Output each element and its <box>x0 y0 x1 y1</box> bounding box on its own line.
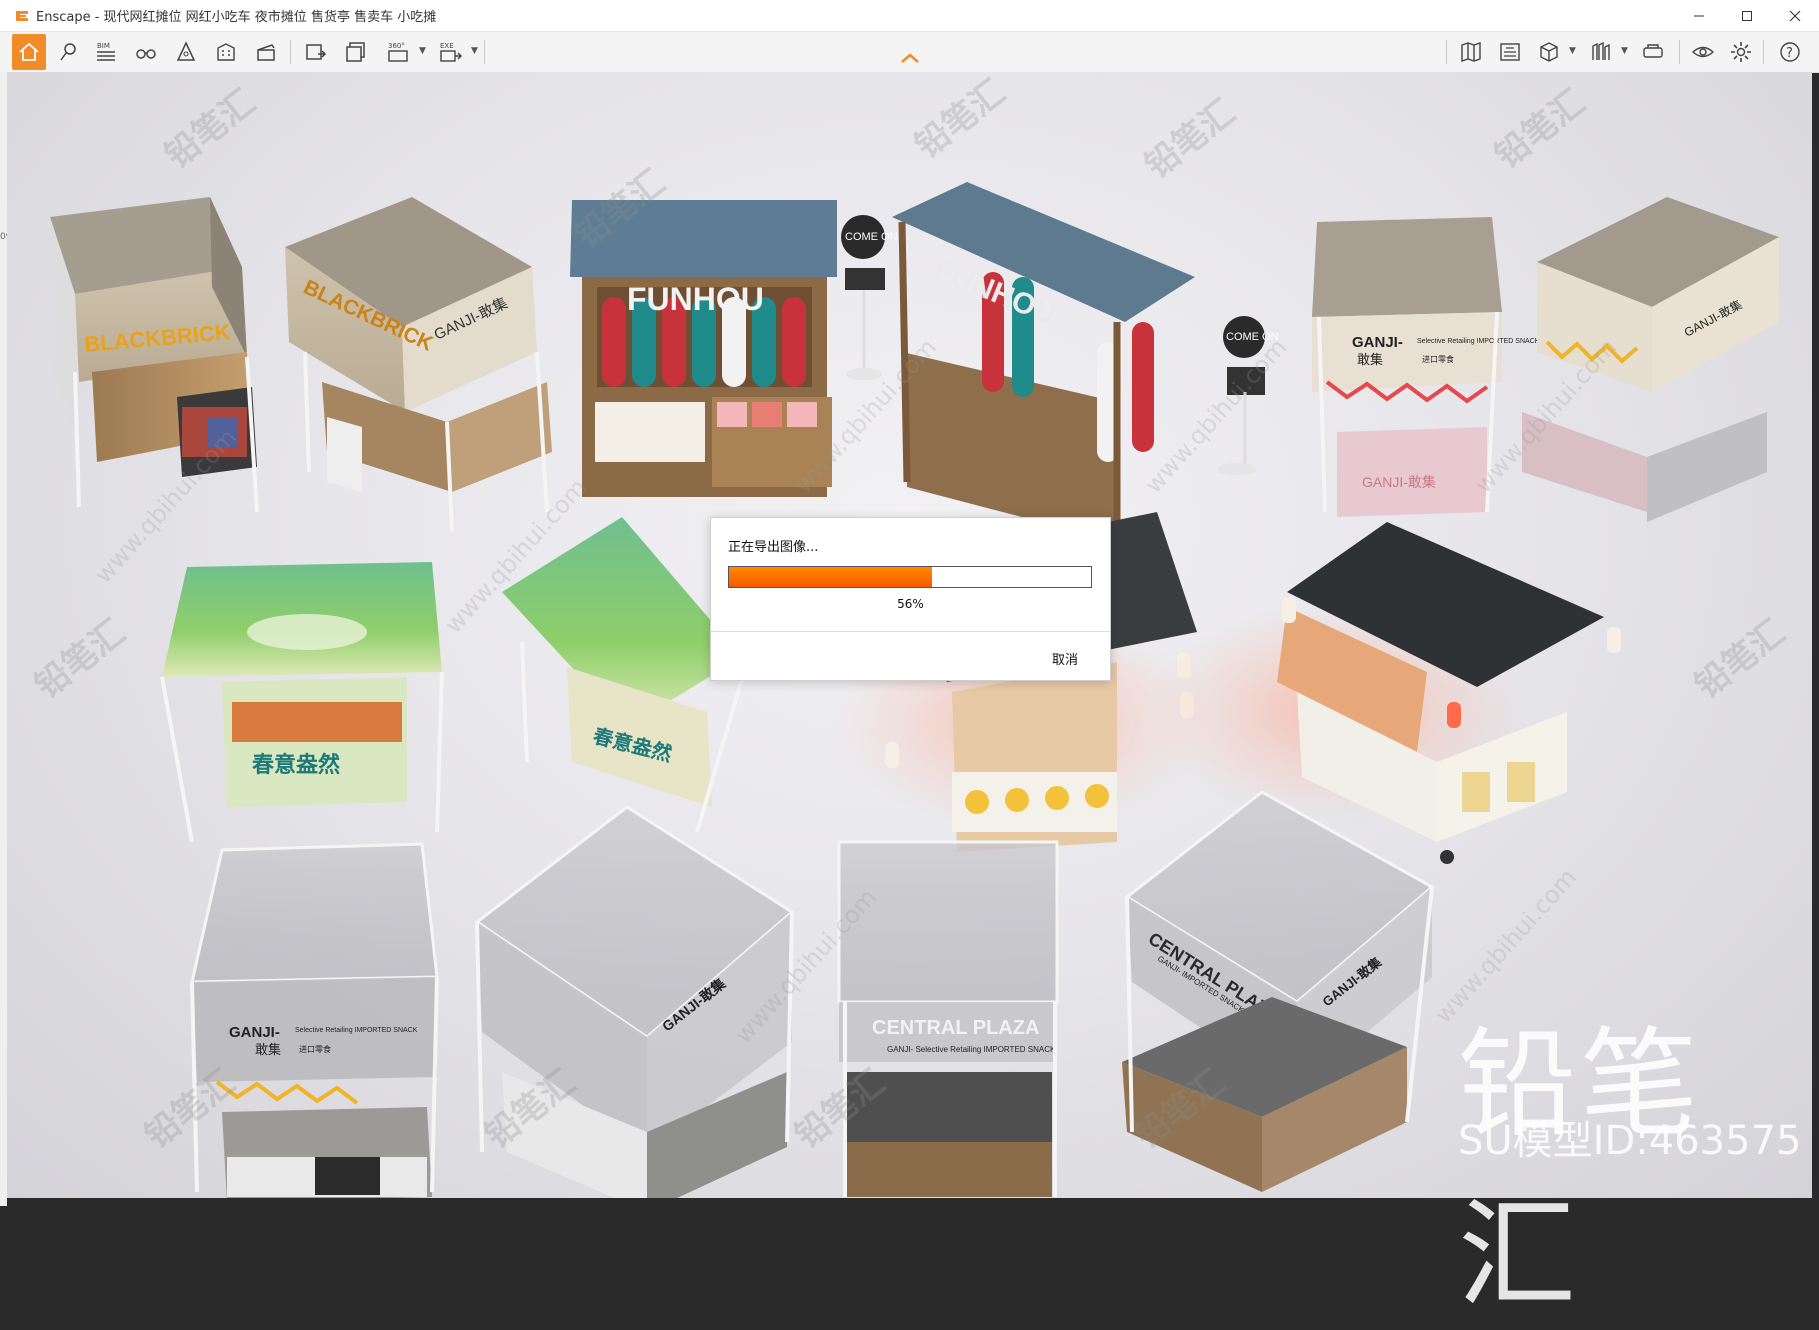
section-box-icon <box>176 41 196 61</box>
bim-button[interactable]: BIM <box>90 36 122 68</box>
enscape-logo-icon <box>16 10 28 21</box>
window-title: Enscape - 现代网红摊位 网红小吃车 夜市摊位 售货亭 售卖车 小吃摊 <box>36 10 437 25</box>
left-edge-panel: 09 <box>0 72 11 1206</box>
settings-button[interactable] <box>1725 36 1757 68</box>
asset-dropdown-icon[interactable]: ▼ <box>1621 46 1628 56</box>
booth-ganji-c: GANJI-敢集 <box>1522 197 1779 522</box>
video-editor-icon <box>1500 43 1520 61</box>
toolbar-separator <box>1679 40 1680 64</box>
progress-percent: 56% <box>897 597 924 611</box>
title-bar[interactable]: Enscape - 现代网红摊位 网红小吃车 夜市摊位 售货亭 售卖车 小吃摊 <box>0 0 1819 32</box>
settings-gear-icon <box>1731 42 1751 62</box>
cube-view-icon <box>1540 42 1558 62</box>
map-icon <box>1461 42 1481 62</box>
screenshot-icon <box>306 44 327 60</box>
dialog-title: 正在导出图像... <box>728 540 819 555</box>
svg-text:?: ? <box>1786 46 1793 61</box>
come-on-sign-a: COME ON <box>845 231 898 243</box>
export-exe-icon: EXE <box>440 42 462 62</box>
ganji-sign-b: GANJI- <box>1352 334 1403 351</box>
screenshot-button[interactable] <box>300 36 332 68</box>
asset-library-icon <box>1592 41 1610 60</box>
panorama-icon: 360° <box>388 42 408 62</box>
booth-funhou-a: FUNHOU <box>570 200 837 497</box>
spring-sign-a: 春意盎然 <box>252 752 340 778</box>
toolbar-separator <box>1446 40 1447 64</box>
ganji-sign-d-en: Selective Retailing IMPORTED SNACK <box>295 1027 418 1034</box>
location-pin-icon <box>60 43 76 61</box>
batch-render-button[interactable] <box>340 36 372 68</box>
model-id-watermark: SU模型ID:463575 <box>1458 1118 1802 1164</box>
cube-dropdown-icon[interactable]: ▼ <box>1569 46 1576 56</box>
video-editor-button[interactable] <box>1494 36 1526 68</box>
booth-blackbrick-a: BLACKBRICK <box>50 197 259 513</box>
clapper-button[interactable] <box>250 36 282 68</box>
home-icon <box>19 42 39 61</box>
close-icon[interactable] <box>1771 0 1819 31</box>
ganji-sign-b-sub: 进口零食 <box>1422 354 1454 364</box>
toolbar-separator <box>484 40 485 64</box>
clapper-icon <box>257 44 275 61</box>
location-pin-button[interactable] <box>52 36 84 68</box>
ganji-sign-d-sub: 进口零食 <box>299 1044 331 1054</box>
enscape-window: Enscape - 现代网红摊位 网红小吃车 夜市摊位 售货亭 售卖车 小吃摊 … <box>0 0 1819 1324</box>
ganji-sign-c: GANJI-敢集 <box>1362 474 1436 490</box>
ganji-sign-d: GANJI- <box>229 1024 280 1041</box>
binoculars-button[interactable] <box>130 36 162 68</box>
funhou-sign-a: FUNHOU <box>627 281 764 317</box>
ganji-sign-d-cn: 敢集 <box>255 1042 281 1057</box>
batch-render-icon <box>346 42 365 62</box>
panorama-button[interactable]: 360° <box>380 36 418 68</box>
central-plaza-sign-a: CENTRAL PLAZA <box>872 1017 1039 1039</box>
minimize-icon[interactable] <box>1675 0 1723 31</box>
export-progress-bar <box>728 566 1092 588</box>
progress-fill <box>729 567 932 587</box>
vr-headset-button[interactable] <box>1637 36 1669 68</box>
booth-spring-a: 春意盎然 <box>160 562 444 843</box>
panorama-dropdown-icon[interactable]: ▼ <box>419 46 426 56</box>
ganji-sign-b-cn: 敢集 <box>1357 352 1383 367</box>
home-button[interactable] <box>12 34 46 70</box>
bim-label: BIM <box>97 42 110 50</box>
come-on-sign-a-group: COME ON <box>841 215 898 380</box>
booth-blackbrick-b: BLACKBRICK GANJI-敢集 <box>285 197 552 533</box>
building-icon <box>217 43 235 61</box>
map-button[interactable] <box>1455 36 1487 68</box>
asset-library-button[interactable] <box>1585 36 1617 68</box>
panorama-label: 360° <box>388 42 405 50</box>
toolbar-separator <box>290 40 291 64</box>
eye-icon <box>1691 46 1715 58</box>
maximize-icon[interactable] <box>1723 0 1771 31</box>
toolbar-separator <box>1763 40 1764 64</box>
booth-ganji-d: GANJI- 敢集 Selective Retailing IMPORTED S… <box>190 842 439 1198</box>
building-button[interactable] <box>210 36 242 68</box>
section-box-button[interactable] <box>170 36 202 68</box>
visual-settings-button[interactable] <box>1687 36 1719 68</box>
help-button[interactable]: ? <box>1774 36 1806 68</box>
ganji-sign-b-en: Selective Retailing IMPORTED SNACK <box>1417 338 1540 345</box>
bim-list-icon: BIM <box>97 42 115 61</box>
binoculars-icon <box>136 49 156 59</box>
dialog-divider <box>711 631 1110 632</box>
cube-view-button[interactable] <box>1533 36 1565 68</box>
booth-red-roof-b <box>1147 522 1621 864</box>
cancel-button[interactable]: 取消 <box>1052 649 1078 668</box>
window-controls <box>1675 0 1819 31</box>
collapse-toolbar-icon[interactable] <box>898 50 922 66</box>
vr-headset-icon <box>1643 44 1663 58</box>
export-exe-button[interactable]: EXE <box>432 36 470 68</box>
export-progress-dialog: 正在导出图像... 56% 取消 <box>710 517 1111 681</box>
export-dropdown-icon[interactable]: ▼ <box>471 46 478 56</box>
help-icon: ? <box>1780 42 1800 62</box>
exe-label: EXE <box>440 42 454 50</box>
central-plaza-sub-a: GANJI- Selective Retailing IMPORTED SNAC… <box>887 1045 1056 1054</box>
